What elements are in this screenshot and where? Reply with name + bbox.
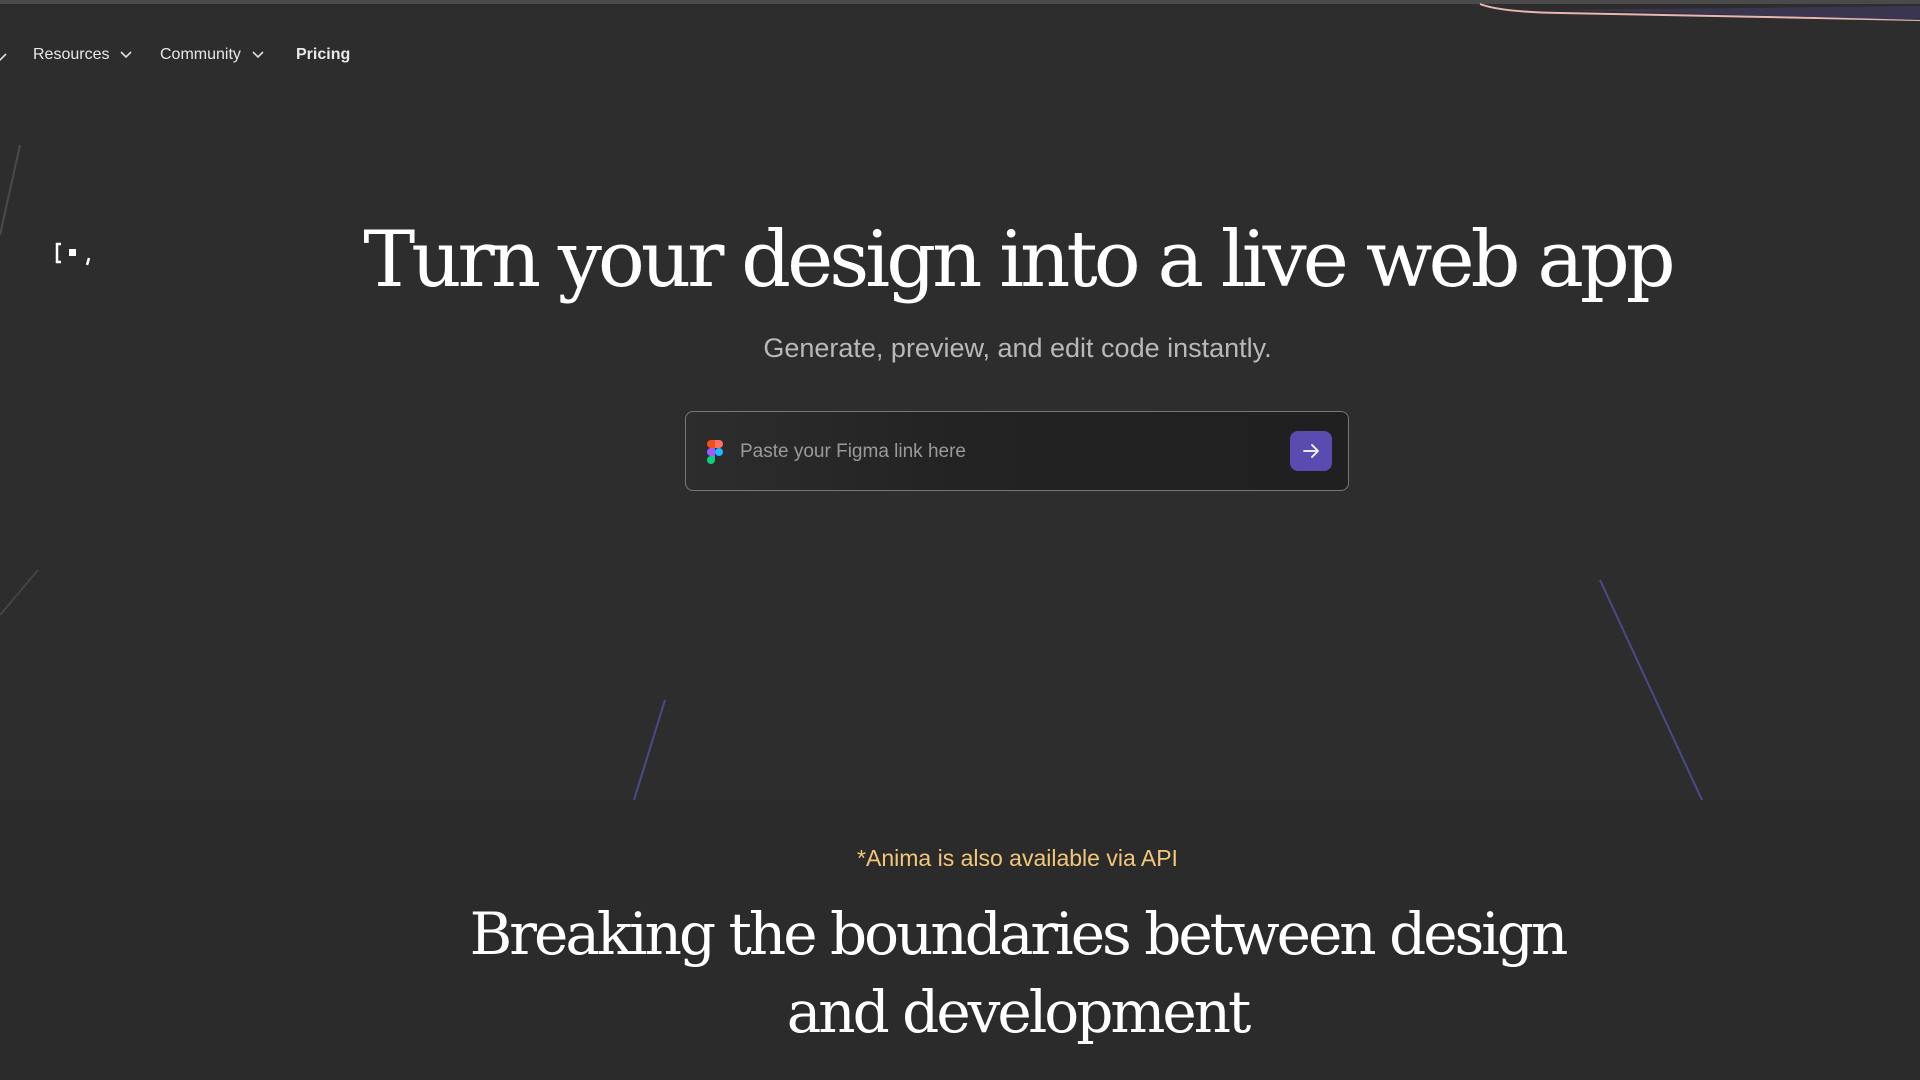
arrow-right-icon bbox=[1303, 444, 1319, 458]
figma-icon bbox=[707, 440, 723, 464]
api-availability-note: *Anima is also available via API bbox=[857, 845, 1178, 871]
chevron-down-icon bbox=[252, 51, 264, 59]
figma-link-input[interactable] bbox=[740, 432, 1260, 472]
nav-resources-label: Resources bbox=[33, 46, 110, 63]
page: Resources Community Pricing Turn your de… bbox=[0, 0, 1920, 1080]
section-title: Breaking the boundaries between design a… bbox=[469, 900, 1569, 1046]
hero-subtitle: Generate, preview, and edit code instant… bbox=[763, 333, 1272, 363]
nav-community[interactable]: Community bbox=[160, 46, 265, 64]
chevron-down-icon bbox=[0, 53, 7, 62]
figma-link-form bbox=[685, 411, 1349, 491]
submit-button[interactable] bbox=[1290, 431, 1332, 471]
hero-title: Turn your design into a live web app bbox=[363, 215, 1675, 305]
top-border bbox=[0, 0, 1920, 4]
nav-pricing-label: Pricing bbox=[296, 46, 351, 63]
nav-community-label: Community bbox=[160, 46, 241, 63]
chevron-down-icon bbox=[120, 51, 133, 59]
nav-resources[interactable]: Resources bbox=[33, 46, 133, 64]
nav-pricing[interactable]: Pricing bbox=[296, 46, 350, 64]
